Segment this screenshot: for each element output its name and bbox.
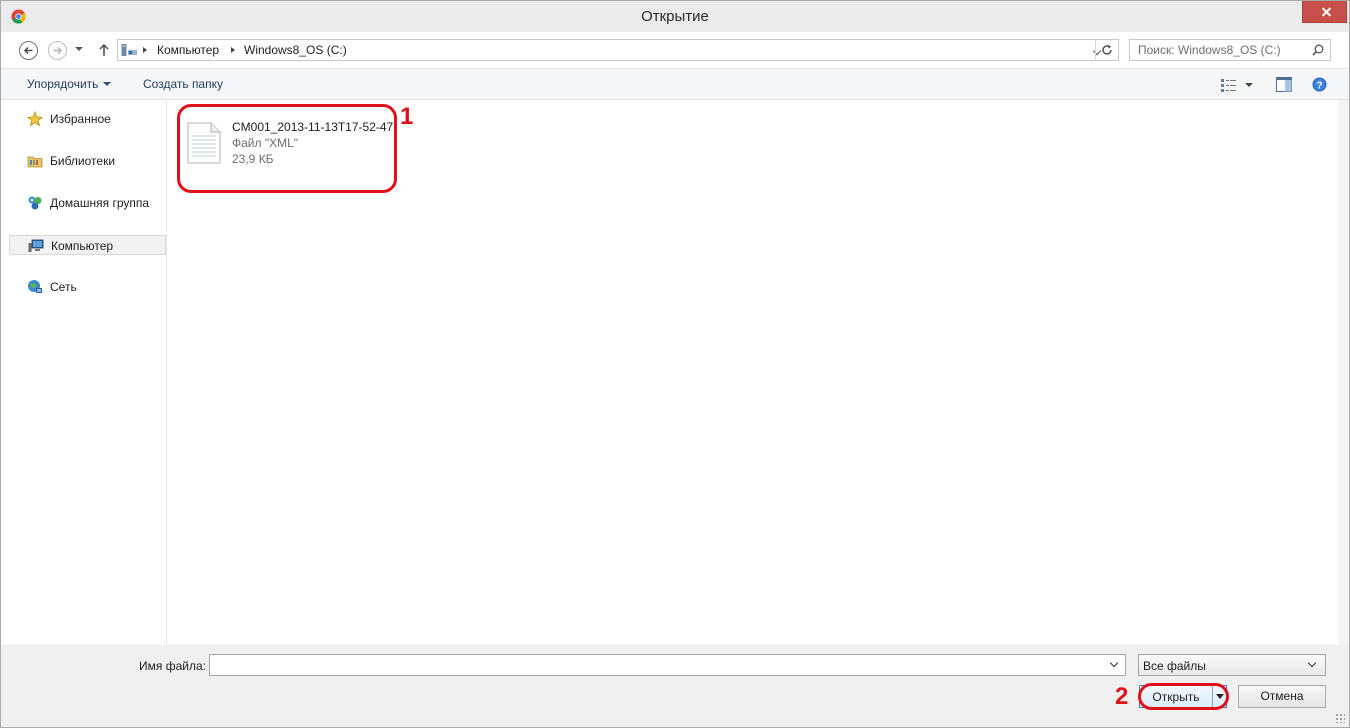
filetype-value: Все файлы [1143, 659, 1206, 673]
search-input[interactable] [1130, 40, 1308, 60]
sidebar-item-label: Библиотеки [50, 154, 116, 168]
new-folder-button[interactable]: Создать папку [143, 77, 223, 91]
star-icon [27, 111, 43, 127]
recent-locations-dropdown[interactable] [75, 47, 83, 51]
sidebar-item-computer[interactable]: Компьютер [9, 235, 166, 255]
navigation-bar: Компьютер Windows8_OS (C:) [1, 32, 1349, 68]
file-name: CM001_2013-11-13T17-52-47 [232, 120, 394, 134]
view-options-dropdown[interactable] [1245, 83, 1253, 87]
chevron-down-icon [103, 82, 112, 86]
cancel-button[interactable]: Отмена [1238, 685, 1326, 708]
address-bar[interactable]: Компьютер Windows8_OS (C:) [117, 39, 1119, 61]
preview-pane-icon[interactable] [1276, 77, 1292, 92]
window-title: Открытие [641, 8, 709, 25]
file-size: 23,9 КБ [232, 152, 274, 166]
file-list: CM001_2013-11-13T17-52-47 Файл "XML" 23,… [168, 100, 1338, 645]
search-icon[interactable] [1312, 44, 1324, 56]
navigation-pane: Избранное Библиотеки Домашняя группа Ком… [1, 100, 167, 645]
svg-text:?: ? [1316, 80, 1322, 91]
breadcrumb-separator[interactable] [143, 47, 147, 53]
sidebar-item-libraries[interactable]: Библиотеки [9, 151, 166, 171]
help-icon[interactable]: ? [1312, 77, 1327, 92]
homegroup-icon [28, 196, 42, 210]
refresh-icon [1102, 44, 1112, 55]
breadcrumb-drive[interactable]: Windows8_OS (C:) [244, 43, 347, 57]
network-icon [28, 280, 42, 293]
breadcrumb-computer[interactable]: Компьютер [157, 43, 219, 57]
resize-grip[interactable] [1335, 713, 1345, 723]
back-button[interactable] [19, 41, 38, 60]
refresh-button[interactable] [1095, 40, 1117, 60]
sidebar-item-favorites[interactable]: Избранное [9, 109, 166, 129]
command-toolbar: Упорядочить Создать папку ? [1, 68, 1349, 100]
filename-dropdown[interactable] [1105, 655, 1125, 675]
arrow-left-icon [23, 46, 33, 55]
computer-drive-icon [121, 44, 137, 56]
annotation-number-2: 2 [1115, 683, 1129, 710]
arrow-up-icon[interactable] [98, 43, 110, 57]
organize-button[interactable]: Упорядочить [27, 77, 112, 91]
filename-combobox[interactable] [209, 654, 1126, 676]
dialog-footer: Имя файла: Все файлы Открыть Отмена [1, 645, 1349, 727]
search-box[interactable] [1129, 39, 1331, 61]
sidebar-item-network[interactable]: Сеть [9, 277, 166, 297]
open-button-label: Открыть [1152, 690, 1200, 704]
open-file-dialog: Открытие Компьютер Windows8_OS (C:) Поис… [0, 0, 1350, 728]
close-button[interactable] [1302, 1, 1347, 23]
filetype-select[interactable]: Все файлы [1138, 654, 1326, 676]
organize-label: Упорядочить [27, 77, 99, 91]
file-type: Файл "XML" [232, 136, 299, 150]
vertical-scrollbar[interactable] [1338, 100, 1349, 645]
sidebar-item-label: Домашняя группа [50, 196, 150, 210]
main-area: Избранное Библиотеки Домашняя группа Ком… [1, 100, 1349, 645]
computer-icon [28, 239, 44, 252]
open-options-dropdown[interactable] [1212, 686, 1226, 707]
chevron-down-icon [1304, 656, 1322, 674]
open-button[interactable]: Открыть [1139, 685, 1227, 708]
libraries-folder-icon [27, 156, 43, 168]
sidebar-item-label: Компьютер [51, 239, 114, 253]
sidebar-item-label: Избранное [50, 112, 111, 126]
arrow-right-icon [53, 46, 63, 55]
sidebar-item-homegroup[interactable]: Домашняя группа [9, 193, 166, 213]
filename-label: Имя файла: [139, 659, 206, 673]
title-bar: Открытие [1, 1, 1349, 32]
filename-input[interactable] [210, 655, 1105, 675]
breadcrumb-separator[interactable] [231, 47, 235, 53]
forward-button[interactable] [48, 41, 67, 60]
file-item[interactable]: CM001_2013-11-13T17-52-47 Файл "XML" 23,… [184, 114, 396, 176]
sidebar-item-label: Сеть [50, 280, 77, 294]
view-options-icon[interactable] [1221, 78, 1237, 92]
document-file-icon [187, 122, 221, 164]
annotation-number-1: 1 [400, 103, 414, 130]
